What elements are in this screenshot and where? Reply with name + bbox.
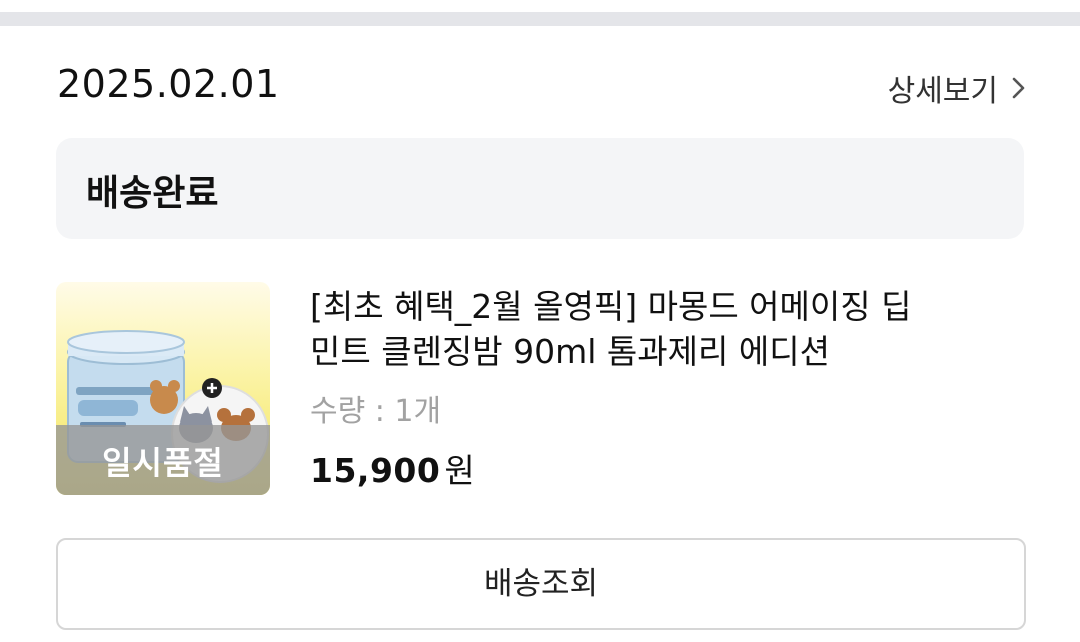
delivery-tracking-button[interactable]: 배송조회: [56, 538, 1026, 630]
product-price: 15,900 원: [310, 444, 475, 492]
order-date: 2025.02.01: [57, 62, 280, 106]
delivery-status-box: 배송완료: [56, 138, 1024, 239]
top-divider: [0, 0, 1080, 26]
price-unit: 원: [444, 451, 475, 490]
delivery-status-text: 배송완료: [86, 173, 219, 214]
product-quantity: 수량 : 1개: [310, 394, 442, 429]
sold-out-label: 일시품절: [102, 444, 224, 482]
order-detail-link[interactable]: 상세보기: [888, 66, 1025, 110]
price-amount: 15,900: [310, 451, 441, 490]
chevron-right-icon: [1012, 77, 1025, 99]
section-separator: [0, 12, 1080, 26]
order-detail-label: 상세보기: [887, 74, 998, 109]
product-image[interactable]: 일시품절: [56, 282, 270, 495]
product-name[interactable]: [최초 혜택_2월 올영픽] 마몽드 어메이징 딥 민트 클렌징밤 90ml 톰…: [310, 284, 920, 374]
